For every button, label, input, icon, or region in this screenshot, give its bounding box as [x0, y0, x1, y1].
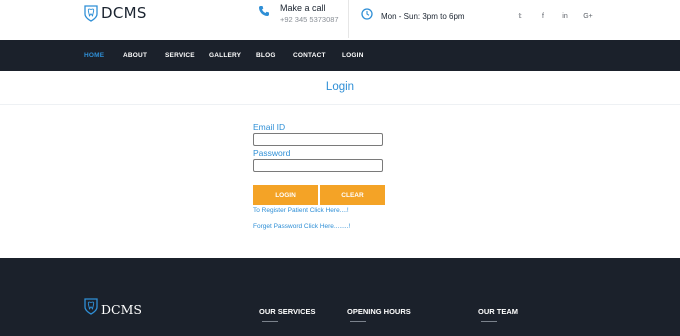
- heading-underline: [262, 321, 278, 322]
- heading-underline: [350, 321, 366, 322]
- nav-item-blog[interactable]: BLOG: [256, 52, 276, 59]
- page-title-strip: Login: [0, 71, 680, 105]
- footer-heading-team: OUR TEAM: [478, 307, 518, 316]
- header-divider: [348, 0, 349, 38]
- login-button[interactable]: LOGIN: [253, 185, 318, 205]
- footer-brand-logo[interactable]: DCMS: [84, 298, 142, 320]
- forgot-password-link[interactable]: Forget Password Click Here........!: [253, 223, 350, 230]
- password-field[interactable]: [253, 159, 383, 172]
- register-patient-link[interactable]: To Register Patient Click Here....!: [253, 207, 349, 214]
- page-title: Login: [325, 81, 355, 93]
- brand-logo[interactable]: DCMS: [84, 4, 147, 22]
- nav-item-about[interactable]: ABOUT: [123, 52, 147, 59]
- main-nav: HOME ABOUT SERVICE GALLERY BLOG CONTACT …: [0, 40, 680, 71]
- top-header: DCMS Make a call +92 345 5373087 Mon - S…: [0, 0, 680, 40]
- footer: DCMS OUR SERVICES OPENING HOURS OUR TEAM: [0, 258, 680, 336]
- twitter-icon[interactable]: 𝕥: [512, 8, 528, 24]
- email-label: Email ID: [253, 122, 286, 132]
- password-label: Password: [253, 148, 291, 158]
- nav-item-gallery[interactable]: GALLERY: [209, 52, 241, 59]
- google-plus-icon[interactable]: G+: [580, 8, 596, 24]
- call-number[interactable]: +92 345 5373087: [280, 15, 339, 24]
- email-field[interactable]: [253, 133, 383, 146]
- footer-heading-services: OUR SERVICES: [259, 307, 316, 316]
- nav-item-login[interactable]: LOGIN: [342, 52, 364, 59]
- tooth-shield-icon: [84, 4, 98, 22]
- tooth-shield-icon: [84, 298, 98, 320]
- call-title: Make a call: [280, 3, 326, 13]
- opening-hours-text: Mon - Sun: 3pm to 6pm: [381, 11, 465, 21]
- hours-block: Mon - Sun: 3pm to 6pm: [361, 7, 465, 25]
- nav-item-service[interactable]: SERVICE: [165, 52, 195, 59]
- clock-icon: [361, 7, 373, 25]
- clear-button[interactable]: CLEAR: [320, 185, 385, 205]
- phone-icon: [258, 4, 270, 22]
- footer-brand-name: DCMS: [101, 301, 142, 317]
- heading-underline: [481, 321, 497, 322]
- footer-heading-hours: OPENING HOURS: [347, 307, 411, 316]
- linkedin-icon[interactable]: in: [557, 8, 573, 24]
- nav-item-home[interactable]: HOME: [84, 52, 104, 59]
- brand-name: DCMS: [101, 4, 147, 22]
- nav-item-contact[interactable]: CONTACT: [293, 52, 326, 59]
- facebook-icon[interactable]: f: [535, 8, 551, 24]
